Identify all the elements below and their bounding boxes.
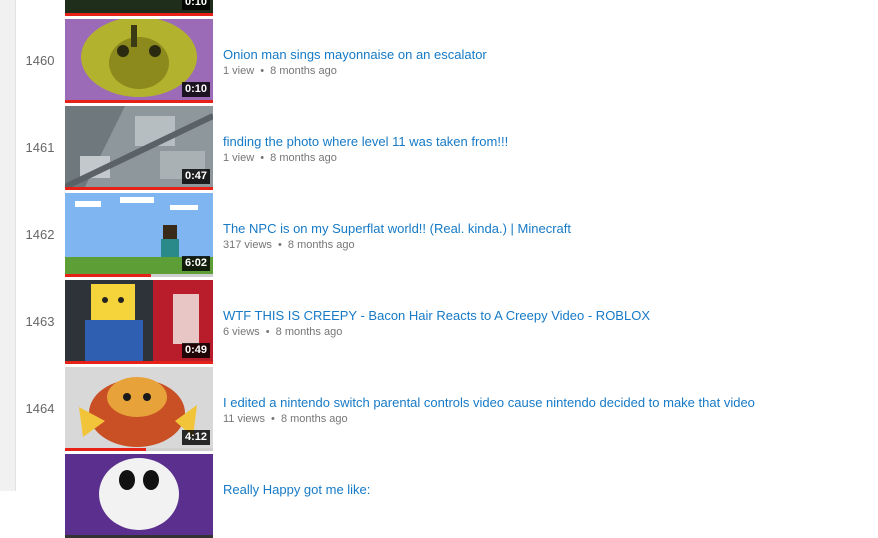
video-stats: 6 views • 8 months ago [223,325,868,339]
duration-badge: 0:10 [181,0,210,10]
video-thumbnail[interactable]: 0:10 [65,19,213,103]
upload-age: 8 months ago [275,326,343,338]
item-index: 1463 [25,314,55,329]
view-count: 1 view [223,65,255,77]
list-item[interactable]: 1462 6:02 The NPC is on my Superflat wor… [16,193,878,277]
list-item[interactable]: 1463 0:49 WTF THIS IS CREEPY - Bacon Hai… [16,280,878,364]
list-item[interactable]: 1460 0:10 Onion man sings mayonnaise on … [16,19,878,103]
video-meta: Really Happy got me like: [223,482,868,498]
list-item[interactable]: 1461 0:47 finding the photo where level … [16,106,878,190]
item-index: 1461 [25,140,55,155]
separator-dot: • [260,152,265,164]
watch-progress [65,187,213,190]
video-title-link[interactable]: WTF THIS IS CREEPY - Bacon Hair Reacts t… [223,308,868,324]
video-thumbnail[interactable]: 4:12 [65,367,213,451]
playlist-list: 0:10 1460 0:10 Onion man sings mayonnais… [16,0,878,538]
list-item[interactable]: 1464 4:12 I edited a nintendo switch par… [16,367,878,451]
separator-dot: • [271,413,275,425]
watch-progress [65,13,213,16]
video-stats: 11 views • 8 months ago [223,412,868,426]
video-stats: 1 view • 8 months ago [223,64,868,78]
thumbnail-image [65,454,213,535]
watch-progress [65,448,213,451]
duration-badge: 6:02 [181,256,210,271]
video-title-link[interactable]: Really Happy got me like: [223,482,868,498]
upload-age: 8 months ago [270,65,337,77]
watch-progress [65,274,213,277]
duration-badge: 0:49 [181,343,210,358]
watch-progress [65,100,213,103]
upload-age: 8 months ago [280,413,348,425]
video-thumbnail[interactable]: 0:49 [65,280,213,364]
video-stats: 1 view • 8 months ago [223,151,868,165]
duration-badge: 0:10 [181,82,210,97]
separator-dot: • [277,239,282,251]
view-count: 6 views [223,326,260,338]
view-count: 317 views [223,239,272,251]
item-index: 1460 [25,53,55,68]
duration-badge: 4:12 [181,430,210,445]
video-title-link[interactable]: I edited a nintendo switch parental cont… [223,395,868,411]
left-gutter [0,0,16,491]
video-thumbnail[interactable]: 0:47 [65,106,213,190]
list-item[interactable]: 0:10 [16,0,878,16]
watch-progress [65,361,213,364]
video-thumbnail[interactable]: 0:10 [65,0,213,16]
video-thumbnail[interactable]: 6:02 [65,193,213,277]
video-meta: Onion man sings mayonnaise on an escalat… [223,47,868,78]
video-meta: WTF THIS IS CREEPY - Bacon Hair Reacts t… [223,308,868,339]
upload-age: 8 months ago [287,239,355,251]
separator-dot: • [265,326,270,338]
video-meta: finding the photo where level 11 was tak… [223,134,868,165]
video-title-link[interactable]: finding the photo where level 11 was tak… [223,134,868,150]
video-meta: The NPC is on my Superflat world!! (Real… [223,221,868,252]
upload-age: 8 months ago [270,152,337,164]
item-index: 1464 [25,401,55,416]
separator-dot: • [260,65,265,77]
video-thumbnail[interactable] [65,454,213,538]
view-count: 1 view [223,152,255,164]
video-title-link[interactable]: Onion man sings mayonnaise on an escalat… [223,47,868,63]
view-count: 11 views [223,413,265,425]
item-index: 1462 [25,227,55,242]
duration-badge: 0:47 [181,169,210,184]
video-stats: 317 views • 8 months ago [223,238,868,252]
video-meta: I edited a nintendo switch parental cont… [223,395,868,426]
video-title-link[interactable]: The NPC is on my Superflat world!! (Real… [223,221,868,237]
list-item[interactable]: Really Happy got me like: [16,454,878,538]
